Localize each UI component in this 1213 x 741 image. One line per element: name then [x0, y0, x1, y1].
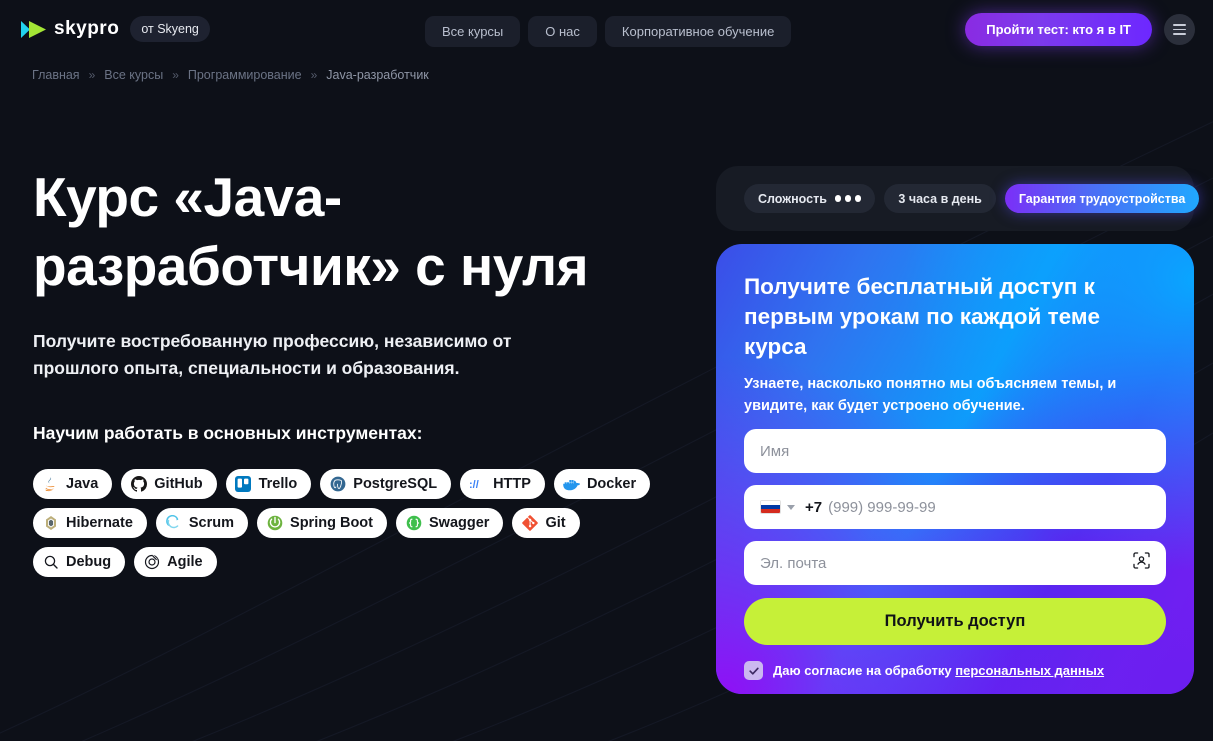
email-field-wrapper[interactable] [744, 541, 1166, 586]
nav-item-all-courses[interactable]: Все курсы [425, 16, 521, 47]
difficulty-dots-icon [834, 195, 862, 202]
tool-chip-label: Debug [66, 554, 112, 570]
main-nav: Все курсы О нас Корпоративное обучение [425, 16, 792, 47]
logo-text: skypro [54, 18, 120, 39]
git-icon [521, 515, 538, 532]
postgresql-icon [329, 476, 346, 493]
email-autofill-icon[interactable] [1132, 551, 1151, 575]
email-input[interactable] [760, 541, 1150, 586]
java-icon [42, 476, 59, 493]
lead-form-card: Получите бесплатный доступ к первым урок… [716, 244, 1194, 694]
site-header: skypro от Skyeng Все курсы О нас Корпора… [0, 0, 1213, 58]
tool-chip-swagger: Swagger [396, 508, 504, 538]
tool-chip-http: :// HTTP [460, 469, 545, 499]
tool-chip-label: Hibernate [66, 515, 133, 531]
brand-block[interactable]: skypro от Skyeng [20, 16, 210, 42]
skypro-play-mark-icon [21, 20, 46, 38]
phone-input-placeholder[interactable]: (999) 999-99-99 [828, 499, 936, 516]
tool-chip-trello: Trello [225, 469, 312, 499]
by-skyeng-badge: от Skyeng [130, 16, 210, 42]
tool-chip-debug: Debug [33, 547, 126, 577]
check-icon [748, 667, 759, 675]
trello-icon [235, 476, 252, 493]
chevron-down-icon [787, 504, 795, 510]
tools-heading: Научим работать в основных инструментах: [33, 423, 423, 443]
debug-search-icon [42, 554, 59, 571]
spring-boot-icon [266, 515, 283, 532]
tool-chip-label: Agile [167, 554, 203, 570]
hero-subtitle: Получите востребованную профессию, незав… [33, 331, 512, 379]
country-code: +7 [805, 498, 823, 516]
breadcrumb-item-current: Java-разработчик [326, 68, 429, 82]
hibernate-icon [42, 515, 59, 532]
tool-chip-agile: Agile [134, 547, 217, 577]
personal-data-link[interactable]: персональных данных [955, 663, 1104, 678]
docker-icon [563, 476, 580, 493]
page-title: Курс «Java-разработчик» с нуля [33, 166, 589, 298]
breadcrumb-item-home[interactable]: Главная [32, 68, 80, 82]
page-root: skypro от Skyeng Все курсы О нас Корпора… [0, 0, 1213, 741]
tool-chip-github: GitHub [121, 469, 217, 499]
tool-chip-spring-boot: Spring Boot [257, 508, 387, 538]
tool-chip-label: HTTP [493, 476, 531, 492]
name-input[interactable] [760, 429, 1150, 474]
submit-button[interactable]: Получить доступ [744, 598, 1166, 646]
duration-badge: 3 часа в день [884, 184, 996, 213]
consent-label: Даю согласие на обработку [773, 663, 952, 679]
nav-item-about-us[interactable]: О нас [528, 16, 597, 47]
breadcrumb: Главная » Все курсы » Программирование »… [32, 68, 429, 82]
hamburger-menu-icon[interactable] [1164, 14, 1195, 45]
logo[interactable]: skypro [20, 18, 119, 40]
tool-chip-label: Java [66, 476, 99, 492]
agile-icon [143, 554, 160, 571]
country-select[interactable] [760, 500, 795, 515]
employment-guarantee-badge: Гарантия трудоустройства [1004, 184, 1200, 213]
form-title: Получите бесплатный доступ к первым урок… [744, 274, 1100, 359]
tool-chip-label: PostgreSQL [353, 476, 438, 492]
header-actions: Пройти тест: кто я в IT [965, 13, 1195, 46]
difficulty-badge: Сложность [744, 184, 876, 213]
consent-text: Даю согласие на обработку персональных д… [773, 663, 1104, 678]
tool-chip-label: Git [545, 515, 566, 531]
tool-chip-scrum: Scrum [155, 508, 249, 538]
tool-chip-label: Swagger [429, 515, 490, 531]
name-field-wrapper[interactable] [744, 429, 1166, 474]
form-description: Узнаете, насколько понятно мы объясняем … [744, 375, 1117, 414]
breadcrumb-item-all-courses[interactable]: Все курсы [104, 68, 163, 82]
difficulty-label: Сложность [758, 191, 827, 206]
breadcrumb-separator: » [310, 68, 318, 82]
swagger-icon [405, 515, 422, 532]
tool-chip-docker: Docker [553, 469, 651, 499]
tool-chip-label: Scrum [188, 515, 235, 531]
github-icon [130, 476, 147, 493]
svg-text:://: :// [469, 479, 479, 491]
consent-checkbox[interactable] [744, 661, 763, 681]
breadcrumb-separator: » [172, 68, 179, 82]
russia-flag-icon [760, 500, 781, 515]
tool-chip-java: Java [33, 469, 113, 499]
breadcrumb-item-programming[interactable]: Программирование [188, 68, 302, 82]
http-icon: :// [469, 476, 486, 493]
tool-chip-hibernate: Hibernate [33, 508, 147, 538]
scrum-icon [165, 515, 182, 532]
nav-item-corporate-training[interactable]: Корпоративное обучение [604, 16, 792, 47]
tool-chip-label: Docker [586, 476, 637, 492]
tool-chip-label: Trello [258, 476, 298, 492]
tool-chip-label: GitHub [154, 476, 203, 492]
tool-chip-git: Git [512, 508, 580, 538]
phone-field-wrapper[interactable]: +7 (999) 999-99-99 [744, 485, 1166, 530]
tools-chip-list: Java GitHub Trello PostgreSQL :// HTTP D… [33, 469, 673, 577]
breadcrumb-separator: » [88, 68, 96, 82]
course-info-bar: Сложность 3 часа в день Гарантия трудоус… [716, 166, 1200, 231]
take-test-button[interactable]: Пройти тест: кто я в IT [965, 13, 1152, 46]
tool-chip-label: Spring Boot [290, 515, 373, 531]
consent-row: Даю согласие на обработку персональных д… [744, 661, 1166, 681]
tool-chip-postgresql: PostgreSQL [320, 469, 452, 499]
